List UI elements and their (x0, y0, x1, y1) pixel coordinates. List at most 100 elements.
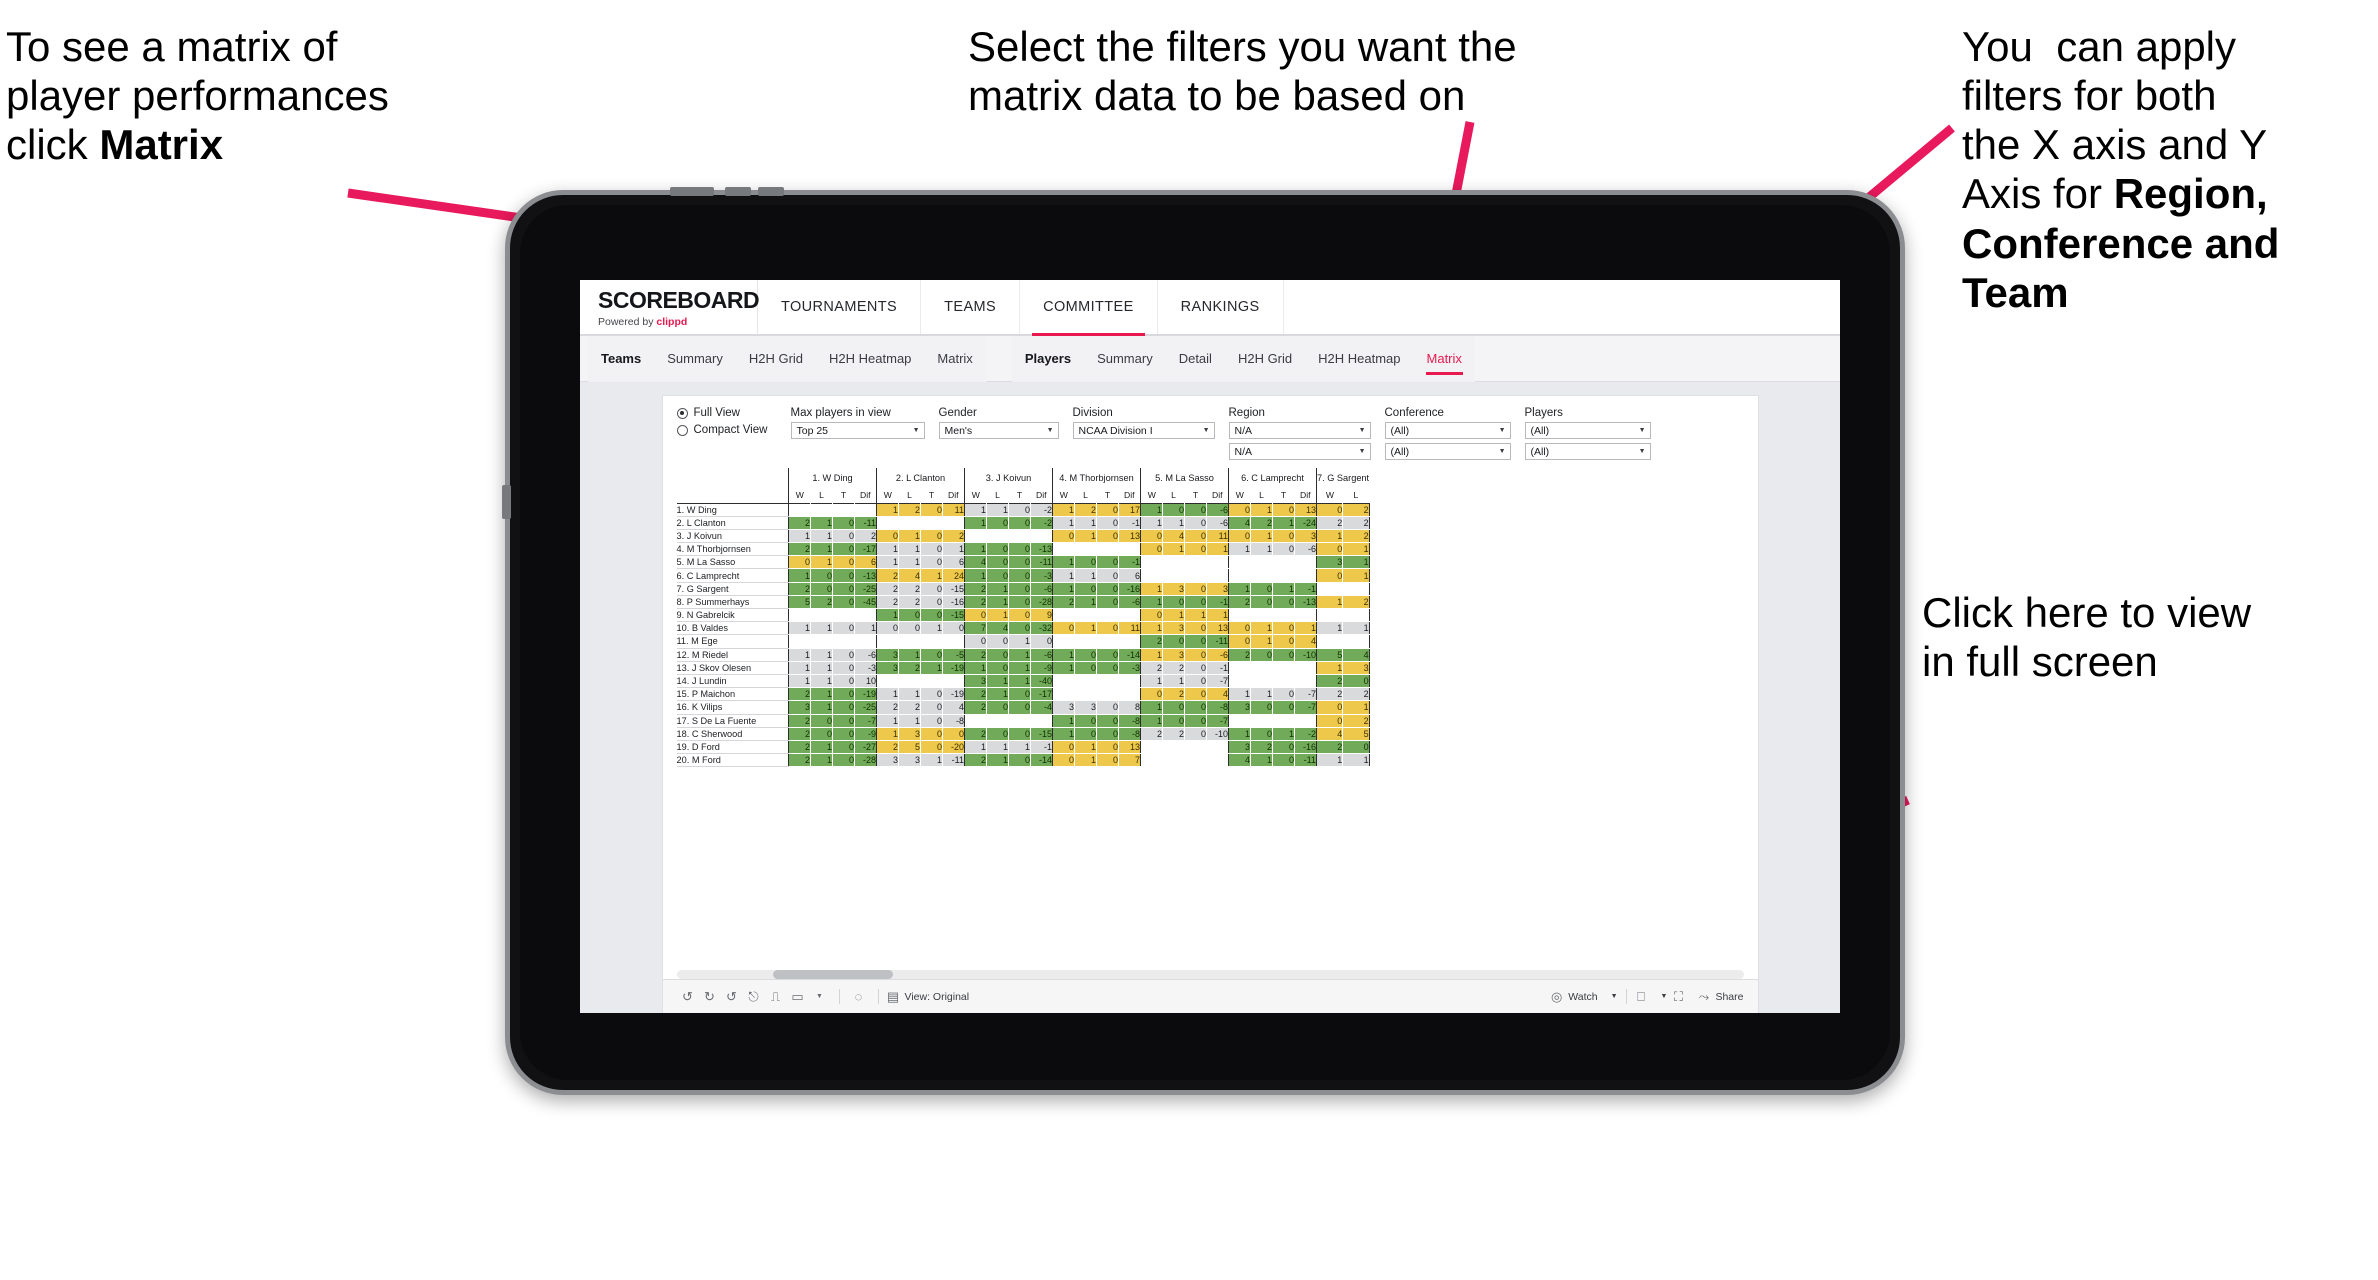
topnav-item-teams[interactable]: TEAMS (921, 280, 1021, 334)
matrix-cell[interactable]: 0 (1008, 687, 1031, 702)
matrix-cell[interactable]: 0 (1184, 516, 1207, 530)
matrix-cell[interactable] (1228, 608, 1251, 623)
matrix-cell[interactable]: 3 (876, 661, 899, 675)
matrix-cell[interactable]: 0 (1184, 648, 1207, 662)
matrix-cell[interactable]: 1 (1342, 621, 1370, 636)
matrix-cell[interactable]: 6 (854, 555, 877, 570)
filter-players-select-y[interactable]: (All) ▼ (1524, 443, 1651, 460)
matrix-cell[interactable]: 0 (1140, 529, 1163, 544)
matrix-cell[interactable] (1118, 634, 1141, 649)
filter-conference-select-x[interactable]: (All) ▼ (1384, 422, 1511, 439)
matrix-row[interactable]: 15. P Maichon 2 1 0 -19 1 1 0 -19 2 1 0 -17 0 2 0 4 1 1 0 -7… (676, 687, 1370, 702)
matrix-cell[interactable]: 3 (964, 674, 987, 689)
matrix-cell[interactable]: 1 (810, 674, 833, 689)
matrix-cell[interactable]: 1 (1184, 608, 1207, 623)
matrix-cell[interactable]: 1 (810, 740, 833, 755)
matrix-cell[interactable]: 0 (1315, 714, 1344, 728)
matrix-cell[interactable]: -11 (854, 516, 877, 530)
matrix-cell[interactable]: -15 (942, 608, 965, 623)
matrix-cell[interactable] (920, 634, 943, 649)
matrix-cell[interactable] (1206, 740, 1229, 755)
matrix-cell[interactable]: 3 (1294, 529, 1317, 544)
matrix-cell[interactable]: 2 (1342, 687, 1370, 702)
matrix-cell[interactable]: -7 (854, 714, 877, 728)
matrix-cell[interactable] (1052, 542, 1075, 557)
matrix-cell[interactable]: -25 (854, 582, 877, 596)
matrix-row-label[interactable]: 9. N Gabrelcik (676, 608, 789, 623)
matrix-cell[interactable]: 0 (1250, 648, 1273, 662)
matrix-cell[interactable]: 0 (898, 608, 921, 623)
filter-region-select-y[interactable]: N/A ▼ (1228, 443, 1371, 460)
matrix-cell[interactable]: 2 (1250, 516, 1273, 530)
matrix-row-label[interactable]: 7. G Sargent (676, 582, 789, 596)
matrix-cell[interactable]: 3 (1206, 582, 1229, 596)
matrix-cell[interactable]: 0 (1184, 714, 1207, 728)
matrix-cell[interactable]: 2 (964, 727, 987, 741)
matrix-cell[interactable]: -24 (1294, 516, 1317, 530)
matrix-cell[interactable]: 2 (854, 529, 877, 544)
matrix-cell[interactable]: -11 (1206, 634, 1229, 649)
matrix-cell[interactable] (1074, 634, 1097, 649)
matrix-cell[interactable] (1162, 555, 1185, 570)
matrix-cell[interactable] (1272, 661, 1295, 675)
matrix-row-label[interactable]: 15. P Maichon (676, 687, 789, 702)
matrix-cell[interactable]: 1 (1228, 582, 1251, 596)
matrix-cell[interactable]: 0 (920, 595, 943, 610)
matrix-cell[interactable]: 3 (1162, 648, 1185, 662)
matrix-row-label[interactable]: 5. M La Sasso (676, 555, 789, 570)
matrix-cell[interactable]: 1 (876, 687, 899, 702)
matrix-cell[interactable]: 2 (1342, 595, 1370, 610)
matrix-cell[interactable] (1074, 674, 1097, 689)
matrix-cell[interactable]: 0 (942, 621, 965, 636)
matrix-cell[interactable] (1140, 568, 1163, 583)
matrix-cell[interactable] (1052, 634, 1075, 649)
power-button[interactable] (670, 187, 714, 196)
matrix-cell[interactable]: 2 (1228, 595, 1251, 610)
subnav-item-teams-h2h-grid[interactable]: H2H Grid (736, 336, 816, 382)
matrix-cell[interactable]: 1 (920, 661, 943, 675)
matrix-cell[interactable]: -16 (942, 595, 965, 610)
matrix-cell[interactable]: 3 (1074, 700, 1097, 715)
matrix-cell[interactable]: 0 (986, 542, 1009, 557)
matrix-cell[interactable]: 1 (788, 661, 811, 675)
matrix-cell[interactable] (810, 608, 833, 623)
matrix-cell[interactable]: -32 (1030, 621, 1053, 636)
matrix-cell[interactable]: 3 (876, 753, 899, 768)
matrix-cell[interactable]: 1 (964, 542, 987, 557)
matrix-cell[interactable] (964, 714, 987, 728)
matrix-cell[interactable]: -8 (1118, 714, 1141, 728)
matrix-cell[interactable]: 11 (1206, 529, 1229, 544)
matrix-cell[interactable]: -8 (1118, 727, 1141, 741)
matrix-cell[interactable]: 0 (1228, 634, 1251, 649)
matrix-row[interactable]: 14. J Lundin 1 1 0 10 3 1 1 -40 1 1 0 -7 2 0 (676, 674, 1370, 689)
matrix-cell[interactable]: 0 (920, 714, 943, 728)
topnav-item-committee[interactable]: COMMITTEE (1020, 280, 1158, 336)
matrix-cell[interactable]: 0 (1008, 700, 1031, 715)
matrix-cell[interactable]: -8 (1206, 700, 1229, 715)
matrix-cell[interactable]: 6 (1118, 568, 1141, 583)
matrix-cell[interactable] (1118, 687, 1141, 702)
matrix-cell[interactable]: 0 (832, 740, 855, 755)
matrix-cell[interactable]: 1 (1315, 529, 1344, 544)
matrix-cell[interactable] (1294, 608, 1317, 623)
matrix-cell[interactable]: 0 (788, 555, 811, 570)
matrix-cell[interactable]: -6 (1030, 648, 1053, 662)
filter-conference-select-y[interactable]: (All) ▼ (1384, 443, 1511, 460)
matrix-cell[interactable]: 0 (1096, 727, 1119, 741)
matrix-cell[interactable]: 0 (1008, 542, 1031, 557)
matrix-cell[interactable]: -10 (1294, 648, 1317, 662)
matrix-cell[interactable]: 2 (898, 582, 921, 596)
matrix-cell[interactable]: 1 (1206, 608, 1229, 623)
matrix-cell[interactable]: 1 (810, 555, 833, 570)
matrix-cell[interactable]: 1 (1052, 582, 1075, 596)
matrix-cell[interactable] (1228, 661, 1251, 675)
radio-full-view[interactable]: Full View (676, 407, 777, 419)
matrix-cell[interactable]: 0 (920, 555, 943, 570)
matrix-cell[interactable]: 1 (986, 608, 1009, 623)
matrix-cell[interactable] (1206, 753, 1229, 768)
matrix-cell[interactable]: 1 (1342, 542, 1370, 557)
matrix-cell[interactable] (1206, 555, 1229, 570)
matrix-cell[interactable]: 1 (1250, 753, 1273, 768)
matrix-row[interactable]: 12. M Riedel 1 1 0 -6 3 1 0 -5 2 0 1 -6 1 0 0 -14 1 3 0 -6 2 0… (676, 648, 1370, 662)
matrix-cell[interactable]: 1 (1250, 687, 1273, 702)
